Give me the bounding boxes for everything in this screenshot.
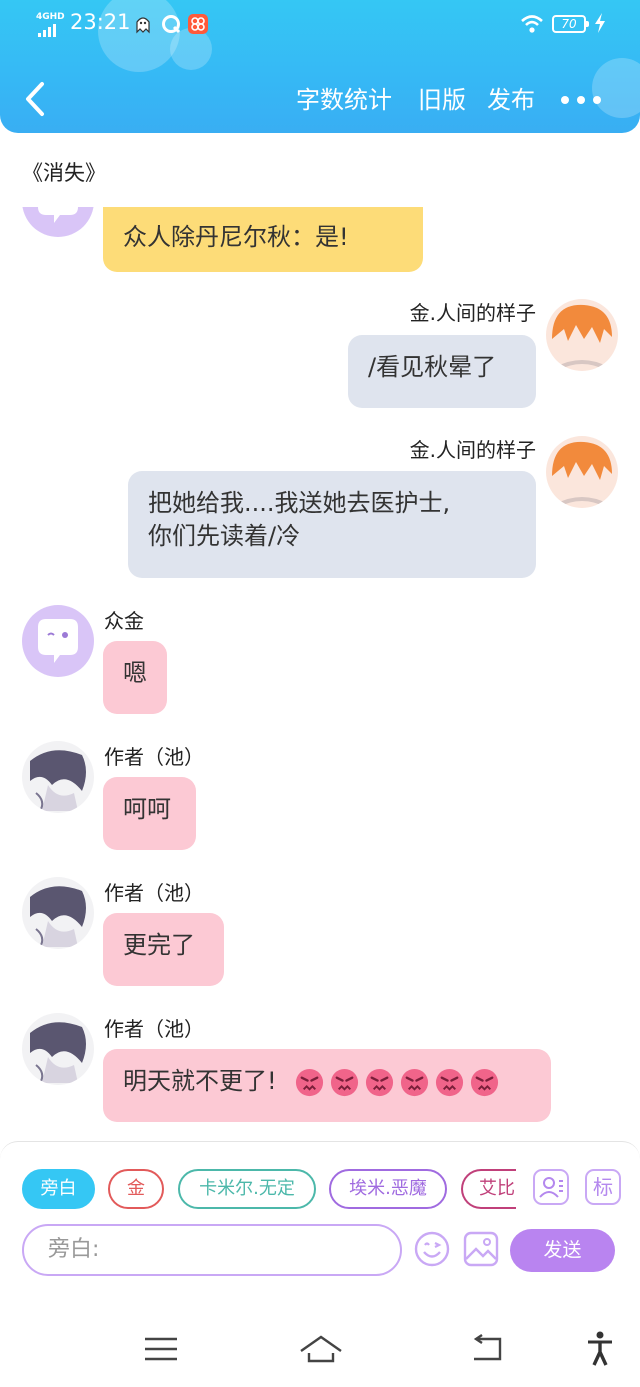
system-navigation-bar [0,1311,640,1387]
sender-name: 作者（池） [104,1017,204,1041]
message-bubble[interactable]: /看见秋晕了 [348,335,536,408]
message-list[interactable]: 众人除丹尼尔秋：是! 金.人间的样子 /看见秋晕了 金.人间的样子 把她给我..… [0,207,640,1137]
role-chip-abby[interactable]: 艾比 [461,1169,516,1209]
role-manager-button[interactable] [533,1169,569,1205]
sender-name: 金.人间的样子 [409,301,536,325]
charging-icon [594,12,606,34]
avatar[interactable] [546,299,618,371]
document-title: 《消失》 [22,161,106,185]
back-nav-icon[interactable] [468,1331,508,1367]
avatar[interactable] [546,436,618,508]
message-line: 把她给我....我送她去医护士, [148,489,451,517]
role-chip-camille[interactable]: 卡米尔.无定 [178,1169,316,1209]
message-bubble[interactable]: 把她给我....我送她去医护士, 你们先读着/冷 [128,471,536,578]
role-chip-jin[interactable]: 金 [108,1169,164,1209]
image-icon [463,1231,499,1267]
angry-face-icon [296,1068,324,1096]
app-notification-icon [188,14,208,34]
old-version-button[interactable]: 旧版 [418,84,466,116]
sender-name: 作者（池） [104,745,204,769]
accessibility-icon[interactable] [582,1331,622,1367]
avatar[interactable] [22,877,94,949]
tag-button[interactable]: 标 [585,1169,621,1205]
message-line: 你们先读着/冷 [148,522,301,550]
angry-face-icon [331,1068,359,1096]
send-button[interactable]: 发送 [510,1229,615,1272]
person-card-icon [539,1177,563,1198]
avatar[interactable] [22,207,94,237]
angry-face-icon [436,1068,464,1096]
ghost-app-icon [133,14,153,34]
home-icon[interactable] [299,1331,343,1367]
avatar[interactable] [22,1013,94,1085]
role-chip-narration[interactable]: 旁白 [22,1169,95,1209]
role-chip-amy[interactable]: 埃米.恶魔 [329,1169,447,1209]
angry-face-icon [401,1068,429,1096]
message-bubble[interactable]: 明天就不更了! [103,1049,551,1122]
image-button[interactable] [462,1230,500,1268]
message-bubble[interactable]: 更完了 [103,913,224,986]
battery-icon: 70 [552,15,589,33]
message-bubble[interactable]: 众人除丹尼尔秋：是! [103,207,423,272]
sender-name: 作者（池） [104,881,204,905]
back-button[interactable] [22,80,50,118]
emoji-button[interactable] [413,1230,451,1268]
qq-browser-icon [161,14,181,34]
word-count-button[interactable]: 字数统计 [296,84,392,116]
avatar[interactable] [22,605,94,677]
message-text: 明天就不更了! [123,1067,277,1095]
menu-icon[interactable] [141,1331,181,1367]
sender-name: 金.人间的样子 [409,438,536,462]
message-bubble[interactable]: 嗯 [103,641,167,714]
wifi-icon [520,13,544,35]
message-bubble[interactable]: 呵呵 [103,777,196,850]
angry-face-icon [471,1068,499,1096]
more-menu-button[interactable] [561,88,601,112]
clock: 23:21 [70,10,131,34]
smiley-icon [414,1231,450,1267]
app-header: 4GHD 23:21 70 字数统计 旧版 发布 [0,0,640,133]
angry-face-icon [366,1068,394,1096]
status-bar: 4GHD 23:21 70 [0,0,640,50]
message-input[interactable]: 旁白: [22,1224,402,1276]
angry-emoji-row [294,1067,500,1098]
publish-button[interactable]: 发布 [487,84,535,116]
avatar[interactable] [22,741,94,813]
sender-name: 众金 [104,609,144,633]
signal-icon: 4GHD [36,12,66,37]
